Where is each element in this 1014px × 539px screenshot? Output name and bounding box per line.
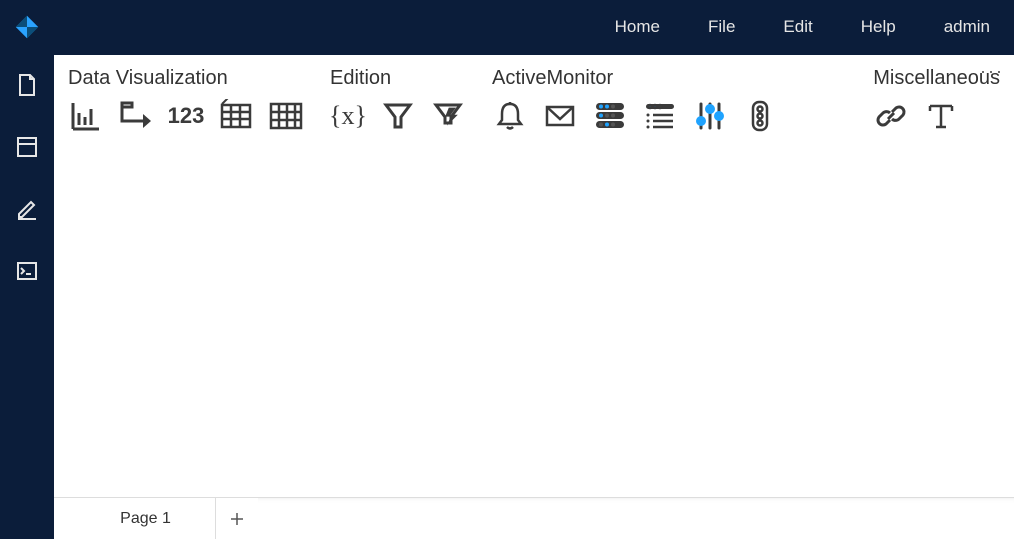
numeric-123-icon[interactable]: 123 (168, 98, 204, 134)
group-title-dataviz: Data Visualization (68, 67, 304, 90)
edit-icon[interactable] (14, 196, 40, 222)
nav-user[interactable]: admin (920, 17, 1014, 37)
io-panel-icon[interactable] (592, 98, 628, 134)
bell-icon[interactable] (492, 98, 528, 134)
group-title-activemonitor: ActiveMonitor (492, 67, 778, 90)
page-icon[interactable] (14, 72, 40, 98)
text-icon[interactable] (923, 98, 959, 134)
funnel-bolt-icon[interactable] (430, 98, 466, 134)
group-title-misc: Miscellaneous (873, 67, 1000, 90)
variable-braces-icon[interactable]: {x} (330, 98, 366, 134)
page-tabs: Page 1 (54, 497, 1014, 539)
traffic-light-icon[interactable] (742, 98, 778, 134)
grid-small-icon[interactable] (218, 98, 254, 134)
trend-arrow-icon[interactable] (118, 98, 154, 134)
list-lines-icon[interactable] (642, 98, 678, 134)
group-active-monitor: ActiveMonitor (492, 67, 778, 134)
sliders-vertical-icon[interactable] (692, 98, 728, 134)
group-miscellaneous: Miscellaneous (873, 67, 1000, 134)
add-page-button[interactable] (216, 498, 258, 539)
main-canvas: ··· Data Visualization 123 (54, 54, 1014, 539)
nav-edit[interactable]: Edit (759, 17, 836, 37)
group-data-visualization: Data Visualization 123 (68, 67, 304, 134)
funnel-icon[interactable] (380, 98, 416, 134)
nav-home[interactable]: Home (591, 17, 684, 37)
left-sidebar (0, 54, 54, 539)
mail-icon[interactable] (542, 98, 578, 134)
console-icon[interactable] (14, 258, 40, 284)
top-nav-bar: Home File Edit Help admin (0, 0, 1014, 54)
nav-file[interactable]: File (684, 17, 759, 37)
bar-chart-icon[interactable] (68, 98, 104, 134)
grid-large-icon[interactable] (268, 98, 304, 134)
panel-icon[interactable] (14, 134, 40, 160)
nav-help[interactable]: Help (837, 17, 920, 37)
widget-palette: Data Visualization 123 (54, 55, 1014, 134)
page-tab-1[interactable]: Page 1 (76, 498, 216, 539)
group-edition: Edition {x} (330, 67, 466, 134)
group-title-edition: Edition (330, 67, 466, 90)
link-icon[interactable] (873, 98, 909, 134)
app-logo[interactable] (0, 13, 54, 41)
